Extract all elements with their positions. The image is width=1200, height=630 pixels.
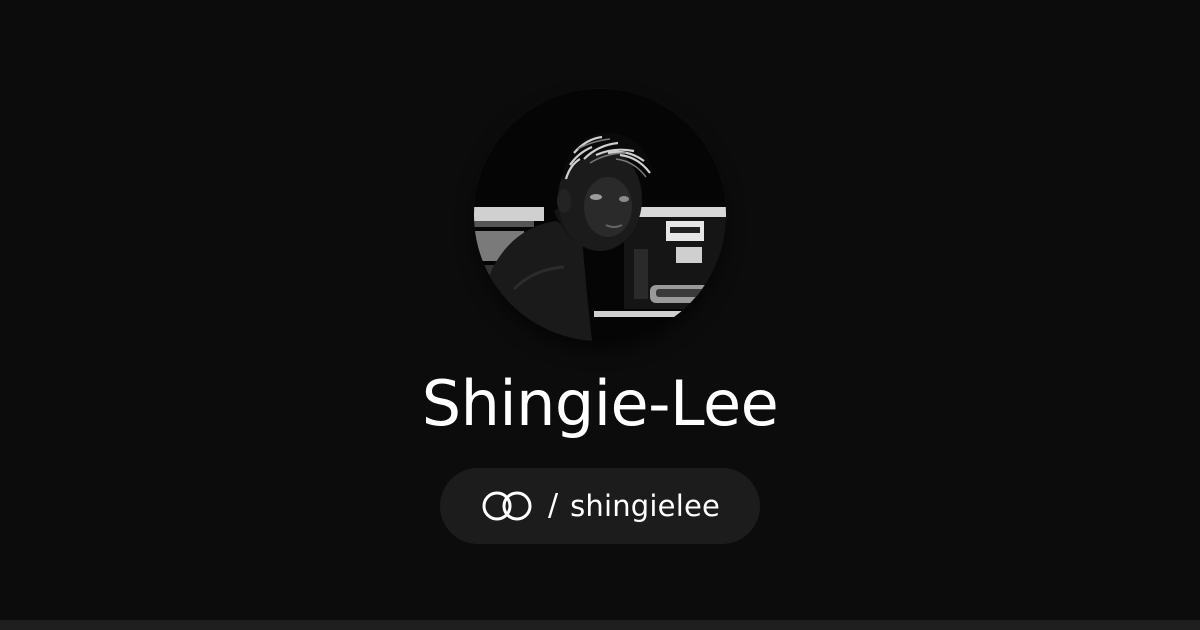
profile-name: Shingie-Lee: [421, 367, 779, 440]
handle-separator: /: [547, 488, 559, 523]
bottom-divider: [0, 620, 1200, 630]
avatar-photo: [474, 89, 726, 341]
profile-card: Shingie-Lee / shingielee: [0, 0, 1200, 630]
profile-handle: shingielee: [570, 489, 721, 523]
profile-handle-link[interactable]: / shingielee: [440, 468, 760, 544]
avatar: [474, 89, 726, 341]
linked-rings-icon: [480, 489, 534, 523]
